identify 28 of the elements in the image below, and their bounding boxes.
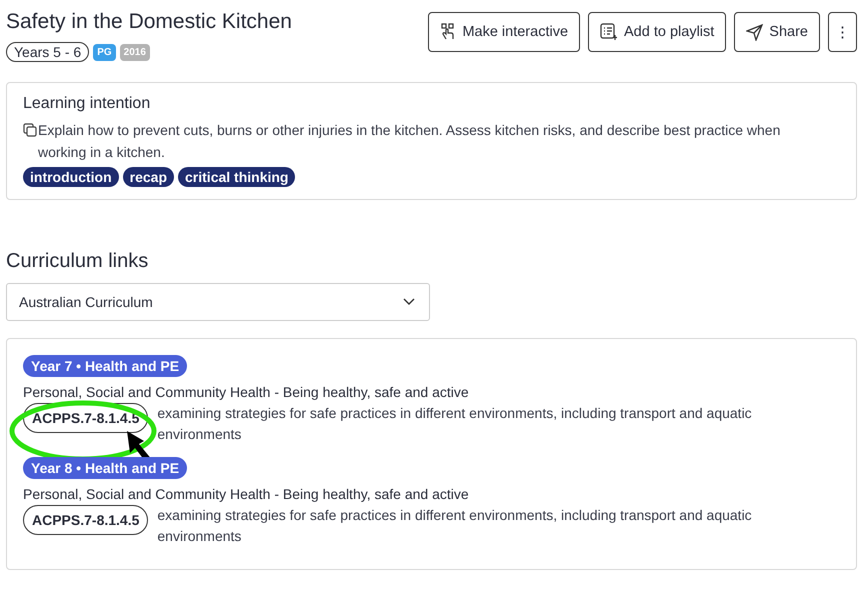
code-tag[interactable]: ACPPS.7-8.1.4.5 [23,505,148,535]
code-tag[interactable]: ACPPS.7-8.1.4.5 [23,403,148,433]
year-tag: 2016 [120,44,150,60]
description-text: examining strategies for safe practices in different environments, including transport and aquatic environments [157,404,753,444]
rating-tag: PG [93,44,116,60]
section-heading: Learning intention [23,95,152,113]
send-icon [746,24,764,40]
intention-text: Explain how to prevent cuts, burns or other injuries in the kitchen. Assess kitchen risks, and describe best practice when working in a kitchen. [38,121,782,162]
subject-tag: Year 8 • Health and PE [23,457,188,479]
hand-pointer-icon [440,23,456,41]
topic-tag[interactable]: recap [122,167,174,187]
subject-tag: Year 7 • Health and PE [23,355,188,377]
section-heading: Curriculum links [6,250,150,273]
topic-tag[interactable]: critical thinking [178,167,296,187]
chevron-down-icon [403,298,415,306]
share-button[interactable]: Share [734,12,820,52]
topic-tag[interactable]: introduction [23,167,119,187]
strand-text: Personal, Social and Community Health - Being healthy, safe and active [23,384,470,400]
copy-icon[interactable] [23,123,37,137]
playlist-button[interactable]: Add to playlist [588,12,726,52]
year-level-tag: Years 5 - 6 [6,42,90,62]
curriculum-dropdown[interactable]: Australian Curriculum [6,283,430,321]
strand-text: Personal, Social and Community Health - Being healthy, safe and active [23,486,470,502]
more-button[interactable]: ⋮ [828,12,857,52]
description-text: examining strategies for safe practices in different environments, including transport and aquatic environments [157,506,753,546]
list-add-icon [600,23,618,41]
interactive-button[interactable]: Make interactive [428,12,580,52]
page-title: Safety in the Domestic Kitchen [6,10,292,34]
